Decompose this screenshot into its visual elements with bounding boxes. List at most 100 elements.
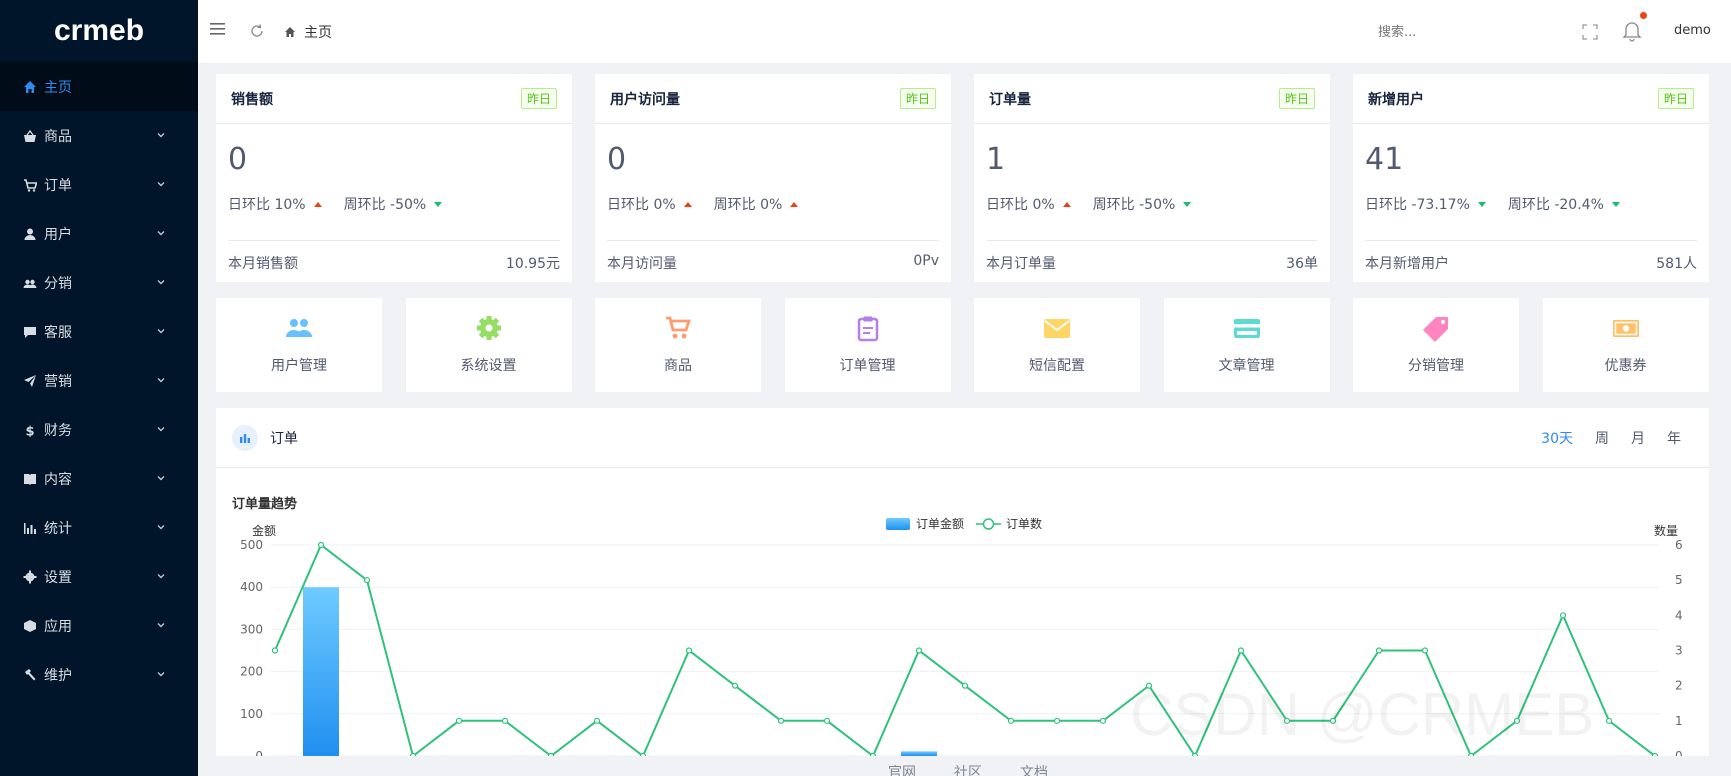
range-option[interactable]: 月 <box>1631 428 1645 448</box>
quick-link-7[interactable]: 优惠券 <box>1542 298 1709 392</box>
basket-icon <box>22 128 38 144</box>
sidebar-item-5[interactable]: 客服 <box>0 307 198 356</box>
footer-label: 本月订单量 <box>986 256 1056 272</box>
y-right-tick-label: 2 <box>1675 679 1683 693</box>
order-panel: 订单 30天 周 月 年 订单量趋势 金额 数量 500 400 300 200 100 0 6 5 4 3 2… <box>216 408 1709 756</box>
stat-comparison: 日环比 0% 周环比 0% <box>607 194 799 214</box>
bar <box>901 751 937 756</box>
quick-link-4[interactable]: 短信配置 <box>974 298 1140 392</box>
cart-icon <box>22 177 38 193</box>
line-point <box>1651 752 1659 756</box>
line-point <box>1237 647 1245 654</box>
y-right-tick-label: 1 <box>1675 714 1683 728</box>
sidebar-item-3[interactable]: 用户 <box>0 209 198 258</box>
footer-link[interactable]: 官网 <box>888 762 916 776</box>
username[interactable]: demo <box>1674 23 1711 38</box>
coupon-icon <box>1612 315 1640 347</box>
range-option[interactable]: 周 <box>1595 428 1609 448</box>
notification-dot <box>1640 12 1647 19</box>
cart-icon <box>664 315 692 347</box>
breadcrumb-current: 主页 <box>304 25 332 41</box>
trend-down-icon <box>1611 201 1620 207</box>
sidebar-item-label: 维护 <box>44 667 72 684</box>
trend-up-icon <box>1062 201 1071 207</box>
stat-card: 销售额 昨日 0 日环比 10% 周环比 -50% 本月销售额 10.95元 <box>216 74 572 282</box>
sidebar-item-9[interactable]: 统计 <box>0 503 198 552</box>
day-compare-label: 日环比 0% <box>607 197 676 213</box>
sidebar-item-7[interactable]: $ 财务 <box>0 405 198 454</box>
quick-link-label: 商品 <box>664 358 692 374</box>
menu-toggle-icon[interactable] <box>210 22 226 36</box>
trend-down-icon <box>1477 201 1486 207</box>
trend-down-icon <box>434 201 443 207</box>
clipboard-icon <box>854 315 882 347</box>
line-point <box>1053 717 1061 724</box>
day-compare-label: 日环比 0% <box>986 197 1055 213</box>
search-input[interactable] <box>1378 20 1538 44</box>
sidebar-item-2[interactable]: 订单 <box>0 160 198 209</box>
footer-value: 0Pv <box>913 253 939 269</box>
home-icon <box>284 26 296 38</box>
line-point <box>1421 647 1429 654</box>
brand-logo[interactable]: crmeb <box>0 0 198 62</box>
quick-link-label: 系统设置 <box>460 358 517 374</box>
legend-label: 订单数 <box>1006 516 1042 531</box>
svg-text:$: $ <box>26 424 35 437</box>
group-icon <box>22 275 38 291</box>
quick-link-6[interactable]: 分销管理 <box>1353 298 1519 392</box>
stat-value: 0 <box>228 142 248 177</box>
line-point <box>961 682 969 689</box>
y-left-tick-label: 300 <box>240 622 263 636</box>
line-point <box>271 647 279 654</box>
sidebar-item-4[interactable]: 分销 <box>0 258 198 307</box>
bar <box>303 587 339 756</box>
period-tag: 昨日 <box>1278 88 1315 109</box>
y-left-tick-label: 400 <box>240 580 263 594</box>
y-right-tick-label: 0 <box>1675 749 1683 756</box>
fullscreen-icon[interactable] <box>1582 24 1598 40</box>
quick-link-3[interactable]: 订单管理 <box>784 298 951 392</box>
refresh-icon[interactable] <box>250 24 264 38</box>
line-point <box>639 752 647 756</box>
sidebar-item-label: 财务 <box>44 422 72 439</box>
quick-link-1[interactable]: 系统设置 <box>405 298 572 392</box>
bell-icon[interactable] <box>1622 20 1642 42</box>
line-point <box>363 577 371 584</box>
trend-down-icon <box>1183 201 1192 207</box>
line-point <box>593 717 601 724</box>
order-trend-chart: 订单量趋势金额 数量 500 400 300 200 100 0 6 5 4 3 2 1 0 订单金额 订单数 <box>232 496 1683 756</box>
chat-icon <box>22 324 38 340</box>
footer-link[interactable]: 文档 <box>1020 762 1048 776</box>
stat-value: 41 <box>1365 142 1404 177</box>
stat-card-header: 销售额 昨日 <box>216 74 572 124</box>
y-left-tick-label: 500 <box>240 538 263 552</box>
sidebar-item-8[interactable]: 内容 <box>0 454 198 503</box>
week-compare-label: 周环比 -50% <box>343 197 427 213</box>
sidebar-item-12[interactable]: 维护 <box>0 650 198 699</box>
sidebar-item-10[interactable]: 设置 <box>0 552 198 601</box>
sidebar-item-0[interactable]: 主页 <box>0 62 198 111</box>
home-icon <box>22 79 38 95</box>
range-option[interactable]: 年 <box>1667 428 1681 448</box>
line-point <box>869 752 877 756</box>
sidebar-menu: 主页 商品 订单 用户 分销 客服 营销 $ 财务内容 统计 设置 应用维护 <box>0 62 198 699</box>
quick-link-label: 分销管理 <box>1408 358 1464 374</box>
stat-comparison: 日环比 0% 周环比 -50% <box>986 194 1192 214</box>
footer-link[interactable]: 社区 <box>954 762 982 776</box>
stat-title: 订单量 <box>989 91 1031 108</box>
sidebar-item-1[interactable]: 商品 <box>0 111 198 160</box>
stat-card: 新增用户 昨日 41 日环比 -73.17% 周环比 -20.4% 本月新增用户 581人 <box>1353 74 1709 282</box>
range-option[interactable]: 30天 <box>1541 428 1573 448</box>
sidebar-item-6[interactable]: 营销 <box>0 356 198 405</box>
quick-link-2[interactable]: 商品 <box>595 298 761 392</box>
quick-link-0[interactable]: 用户管理 <box>216 298 382 392</box>
quick-link-5[interactable]: 文章管理 <box>1163 298 1330 392</box>
cube-icon <box>22 618 38 634</box>
line-point <box>823 717 831 724</box>
line-point <box>1605 717 1613 724</box>
line-point <box>409 752 417 756</box>
sidebar-item-11[interactable]: 应用 <box>0 601 198 650</box>
day-compare: 日环比 -73.17% <box>1365 194 1486 214</box>
week-compare-label: 周环比 0% <box>713 197 783 213</box>
footer-label: 本月新增用户 <box>1365 256 1449 272</box>
